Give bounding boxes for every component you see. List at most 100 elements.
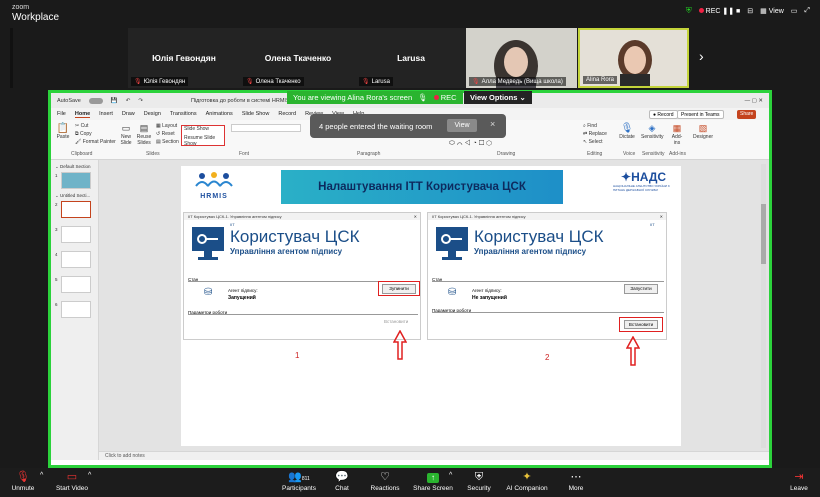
new-slide-label: New Slide [120,134,132,146]
dictate-button[interactable]: 🎙 Dictate [619,123,635,140]
chat-icon: 💬 [335,471,349,483]
close-icon[interactable]: × [490,119,495,129]
tab-transitions[interactable]: Transitions [170,111,197,117]
notes-pane[interactable]: Click to add notes [99,451,769,460]
current-slide[interactable]: HRMIS Налаштування ІТТ Користувача ЦСК ✦… [181,166,681,446]
more-button[interactable]: ⋯ More [562,470,590,492]
format-painter-button[interactable]: 🖌 Format Painter [75,139,116,145]
section-header[interactable]: ⌄ Untitled Secti... [55,193,90,199]
view-button[interactable]: ▦ View [760,7,784,15]
chat-button[interactable]: 💬 Chat [328,470,356,492]
tab-slide-show[interactable]: Slide Show [242,111,270,117]
muted-mic-icon: 🎙 [246,79,254,85]
shield-icon[interactable]: ⛨ [686,6,692,16]
participant-name: Larusa [397,53,425,63]
ai-companion-button[interactable]: ✦ AI Companion [504,470,550,492]
section-header[interactable]: ⌄ Default Section [55,164,91,170]
present-teams-button[interactable]: Present in Teams [677,110,724,119]
section-button[interactable]: ▤ Section [156,139,179,145]
resume-slideshow-label: Resume Slide Show [184,135,216,147]
window-title: ІІТ Користувач ЦСК-1. Управління агентом… [188,214,282,219]
group-drawing: Drawing [497,151,516,157]
record-button[interactable]: ● Record [649,110,678,119]
select-button[interactable]: ↖ Select [583,139,603,145]
audio-options-chevron[interactable]: ^ [40,472,43,479]
paste-button[interactable]: 📋 Paste [56,123,70,140]
leave-button[interactable]: ⇥ Leave [786,470,812,492]
recording-indicator[interactable]: REC ❚❚ ■ [698,7,740,15]
slide-thumbnail[interactable]: 1 [55,172,91,189]
slide-thumbnail[interactable]: 4 [55,251,91,268]
window-icon[interactable]: ▭ [791,7,798,15]
unmute-button[interactable]: 🎙 Unmute [8,470,38,492]
tab-home[interactable]: Home [74,111,91,118]
tab-draw[interactable]: Draw [122,111,135,117]
slide-thumbnail[interactable]: 3 [55,226,91,243]
scrollbar-thumb[interactable] [761,204,766,264]
designer-label: Designer [693,134,714,140]
new-slide-button[interactable]: ▭ New Slide [119,123,133,146]
group-font: Font [239,151,250,157]
leave-icon: ⇥ [794,471,804,483]
addins-button[interactable]: ▦ Add-ins [669,123,685,146]
sensitivity-button[interactable]: ◈ Sensitivity [641,123,664,140]
tab-design[interactable]: Design [144,111,161,117]
reuse-slides-button[interactable]: ▤ Reuse Slides [136,123,152,146]
participant-tile[interactable]: Олена Ткаченко 🎙 Олена Ткаченко [240,28,356,88]
microphone-icon: 🎙 [620,123,634,134]
participants-button[interactable]: 👥811 Participants [276,470,322,492]
scrollbar[interactable] [761,164,766,448]
find-button[interactable]: ⌕ Find [583,123,597,129]
slide-thumbnail-selected[interactable]: 2 [55,201,91,218]
reactions-button[interactable]: ♡ Reactions [367,470,403,492]
tab-insert[interactable]: Insert [99,111,113,117]
reset-label: Reset [161,131,175,137]
cut-button[interactable]: ✂ Cut [75,123,88,129]
slide-thumbnail[interactable]: 6 [55,301,91,318]
section-label: Untitled Secti... [60,193,91,198]
people-logo-icon [195,172,233,187]
minimize-icon[interactable]: ⊟ [747,7,753,15]
font-name-select[interactable] [231,124,301,132]
copy-button[interactable]: ⧉ Copy [75,131,92,137]
divider [188,314,418,315]
participant-video-tile-active[interactable]: Alina Rora [578,28,689,88]
participant-tile[interactable]: Larusa 🎙 Larusa [356,28,466,88]
share-screen-button[interactable]: ↑ Share Screen [412,470,454,492]
replace-button[interactable]: ⇄ Replace [583,131,607,137]
product-title: Користувач ЦСК [474,227,604,246]
slide-editor-area: HRMIS Налаштування ІТТ Користувача ЦСК ✦… [99,160,769,451]
rec-dot-icon [433,95,439,100]
video-options-chevron[interactable]: ^ [88,472,91,479]
toast-view-button[interactable]: View [447,119,477,132]
redo-icon[interactable]: ↷ [138,98,143,104]
security-button[interactable]: ⛨ Security [464,470,494,492]
iit-label: ІІТ [650,222,655,227]
shapes-gallery[interactable]: ⬭ ⌒ ◁ ◔ ☐ ⬡ [449,140,492,148]
start-video-button[interactable]: ▭ Start Video [54,470,90,492]
share-options-chevron[interactable]: ^ [449,472,452,479]
tab-animations[interactable]: Animations [206,111,233,117]
participant-label-text: Юлія Гевондян [143,79,186,85]
window-controls[interactable]: — ▢ ✕ [745,98,763,104]
autosave-toggle[interactable] [88,97,103,104]
layout-button[interactable]: ▦ Layout [156,123,177,129]
ppt-share-button[interactable]: Share [737,110,757,119]
reset-button[interactable]: ↺ Reset [156,131,175,137]
save-icon[interactable]: 💾 [111,98,118,104]
addins-label: Add-ins [671,134,683,146]
view-options-button[interactable]: View Options ⌄ [464,91,532,104]
fullscreen-icon[interactable]: ⤢ [804,7,810,15]
highlight-box [378,281,420,296]
undo-icon[interactable]: ↶ [126,98,131,104]
tab-record[interactable]: Record [278,111,296,117]
gallery-next-button[interactable]: › [694,28,714,88]
slideshow-label: Slide Show [184,126,210,132]
participant-tile[interactable]: Юлія Гевондян 🎙 Юлія Гевондян [128,28,240,88]
tab-file[interactable]: File [57,111,66,117]
present-label: Present in Teams [681,112,720,118]
more-icon: ⋯ [570,471,582,483]
slide-thumbnail[interactable]: 5 [55,276,91,293]
designer-button[interactable]: ▧ Designer [693,123,713,140]
participant-video-tile[interactable]: 🎙 Алла Медведь (Вища школа) [466,28,577,92]
